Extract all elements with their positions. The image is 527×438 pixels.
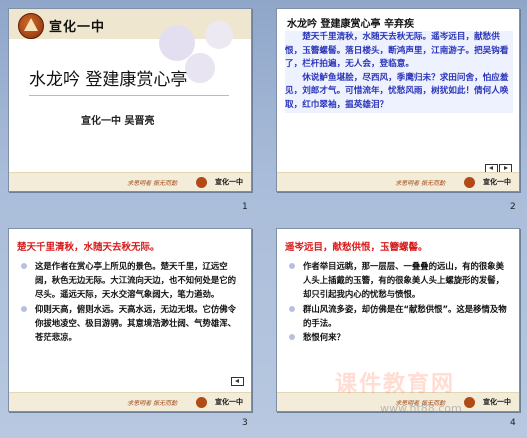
footer-school: 宣化一中 bbox=[483, 178, 511, 186]
footer-logo-icon bbox=[196, 397, 207, 408]
footer-motto: 求思明者 振无而勤 bbox=[127, 400, 177, 407]
school-logo-icon bbox=[18, 13, 44, 39]
school-name: 宣化一中 bbox=[49, 20, 106, 35]
footer-motto: 求思明者 振无而勤 bbox=[395, 180, 445, 187]
prev-arrow-icon bbox=[489, 166, 493, 170]
footer-logo-icon bbox=[464, 397, 475, 408]
slide-number: 3 bbox=[242, 418, 248, 428]
bullet-icon bbox=[289, 305, 295, 312]
divider bbox=[29, 95, 229, 96]
slide-footer: 求思明者 振无而勤 宣化一中 bbox=[9, 172, 251, 191]
decor-circle bbox=[185, 53, 215, 83]
slide-thumbnail-3[interactable]: 楚天千里清秋，水随天去秋无际。 这是作者在赏心亭上所见的景色。楚天千里，辽远空阔… bbox=[8, 228, 252, 412]
list-item: 仰则天高，俯则水远。天高水远，无边无垠。它仿佛令你拔地凌空、极目游骋。其意境浩渺… bbox=[21, 302, 243, 345]
poem-stanza-2: 休说鲈鱼堪脍，尽西风，季鹰归未？求田问舍，怕应羞见，刘郎才气。可惜流年，忧愁风雨… bbox=[285, 71, 513, 113]
bullet-icon bbox=[21, 263, 27, 269]
list-item: 这是作者在赏心亭上所见的景色。楚天千里，辽远空阔，秋色无边无际。大江流向天边，也… bbox=[21, 259, 243, 302]
slide-author: 宣化一中 吴晋亮 bbox=[81, 116, 155, 127]
slide-body: 作者举目远眺，那一层层、一叠叠的远山，有的很象美人头上插戴的玉簪，有的很象美人头… bbox=[289, 259, 511, 344]
decor-circle bbox=[205, 21, 233, 49]
next-arrow-icon bbox=[504, 166, 508, 170]
footer-school: 宣化一中 bbox=[215, 398, 243, 406]
slide-thumbnail-1[interactable]: 宣化一中 水龙吟 登建康赏心亭 宣化一中 吴晋亮 求思明者 振无而勤 宣化一中 bbox=[8, 8, 252, 192]
slide-number: 1 bbox=[242, 202, 248, 212]
slide-footer: 求思明者 振无而勤 宣化一中 bbox=[277, 172, 519, 191]
watermark-url: www.ht88.com bbox=[380, 402, 462, 415]
footer-motto: 求思明者 振无而勤 bbox=[127, 180, 177, 187]
slide-number: 4 bbox=[510, 418, 516, 428]
slide-thumbnail-2[interactable]: 水龙吟 登建康赏心亭 辛弃疾 楚天千里清秋，水随天去秋无际。遥岑远目，献愁供恨，… bbox=[276, 8, 520, 192]
footer-school: 宣化一中 bbox=[215, 178, 243, 186]
slide-heading: 遥岑远目，献愁供恨，玉簪螺髻。 bbox=[285, 242, 428, 253]
slide-title: 水龙吟 登建康赏心亭 辛弃疾 bbox=[287, 19, 414, 30]
slide-title: 水龙吟 登建康赏心亭 bbox=[29, 70, 188, 90]
slide-number: 2 bbox=[510, 202, 516, 212]
slide-body: 这是作者在赏心亭上所见的景色。楚天千里，辽远空阔，秋色无边无际。大江流向天边，也… bbox=[21, 259, 243, 344]
watermark-text: 课件教育网 bbox=[335, 372, 456, 397]
list-item: 作者举目远眺，那一层层、一叠叠的远山，有的很象美人头上插戴的玉簪，有的很象美人头… bbox=[289, 259, 511, 302]
footer-logo-icon bbox=[464, 177, 475, 188]
poem-text: 楚天千里清秋，水随天去秋无际。遥岑远目，献愁供恨，玉簪螺髻。落日楼头，断鸿声里，… bbox=[285, 31, 513, 113]
bullet-icon bbox=[21, 305, 27, 312]
bullet-icon bbox=[289, 263, 295, 269]
list-item: 愁恨何来？ bbox=[289, 330, 511, 344]
slide-footer: 求思明者 振无而勤 宣化一中 bbox=[9, 392, 251, 411]
footer-school: 宣化一中 bbox=[483, 398, 511, 406]
slide-heading: 楚天千里清秋，水随天去秋无际。 bbox=[17, 242, 160, 253]
list-item: 群山风流多姿，却仿佛是在“献愁供恨”。这是移情及物的手法。 bbox=[289, 302, 511, 330]
prev-arrow-icon bbox=[235, 379, 239, 383]
poem-stanza-1: 楚天千里清秋，水随天去秋无际。遥岑远目，献愁供恨，玉簪螺髻。落日楼头，断鸿声里，… bbox=[285, 31, 513, 72]
prev-button[interactable] bbox=[231, 377, 244, 386]
bullet-icon bbox=[289, 334, 295, 341]
footer-logo-icon bbox=[196, 177, 207, 188]
